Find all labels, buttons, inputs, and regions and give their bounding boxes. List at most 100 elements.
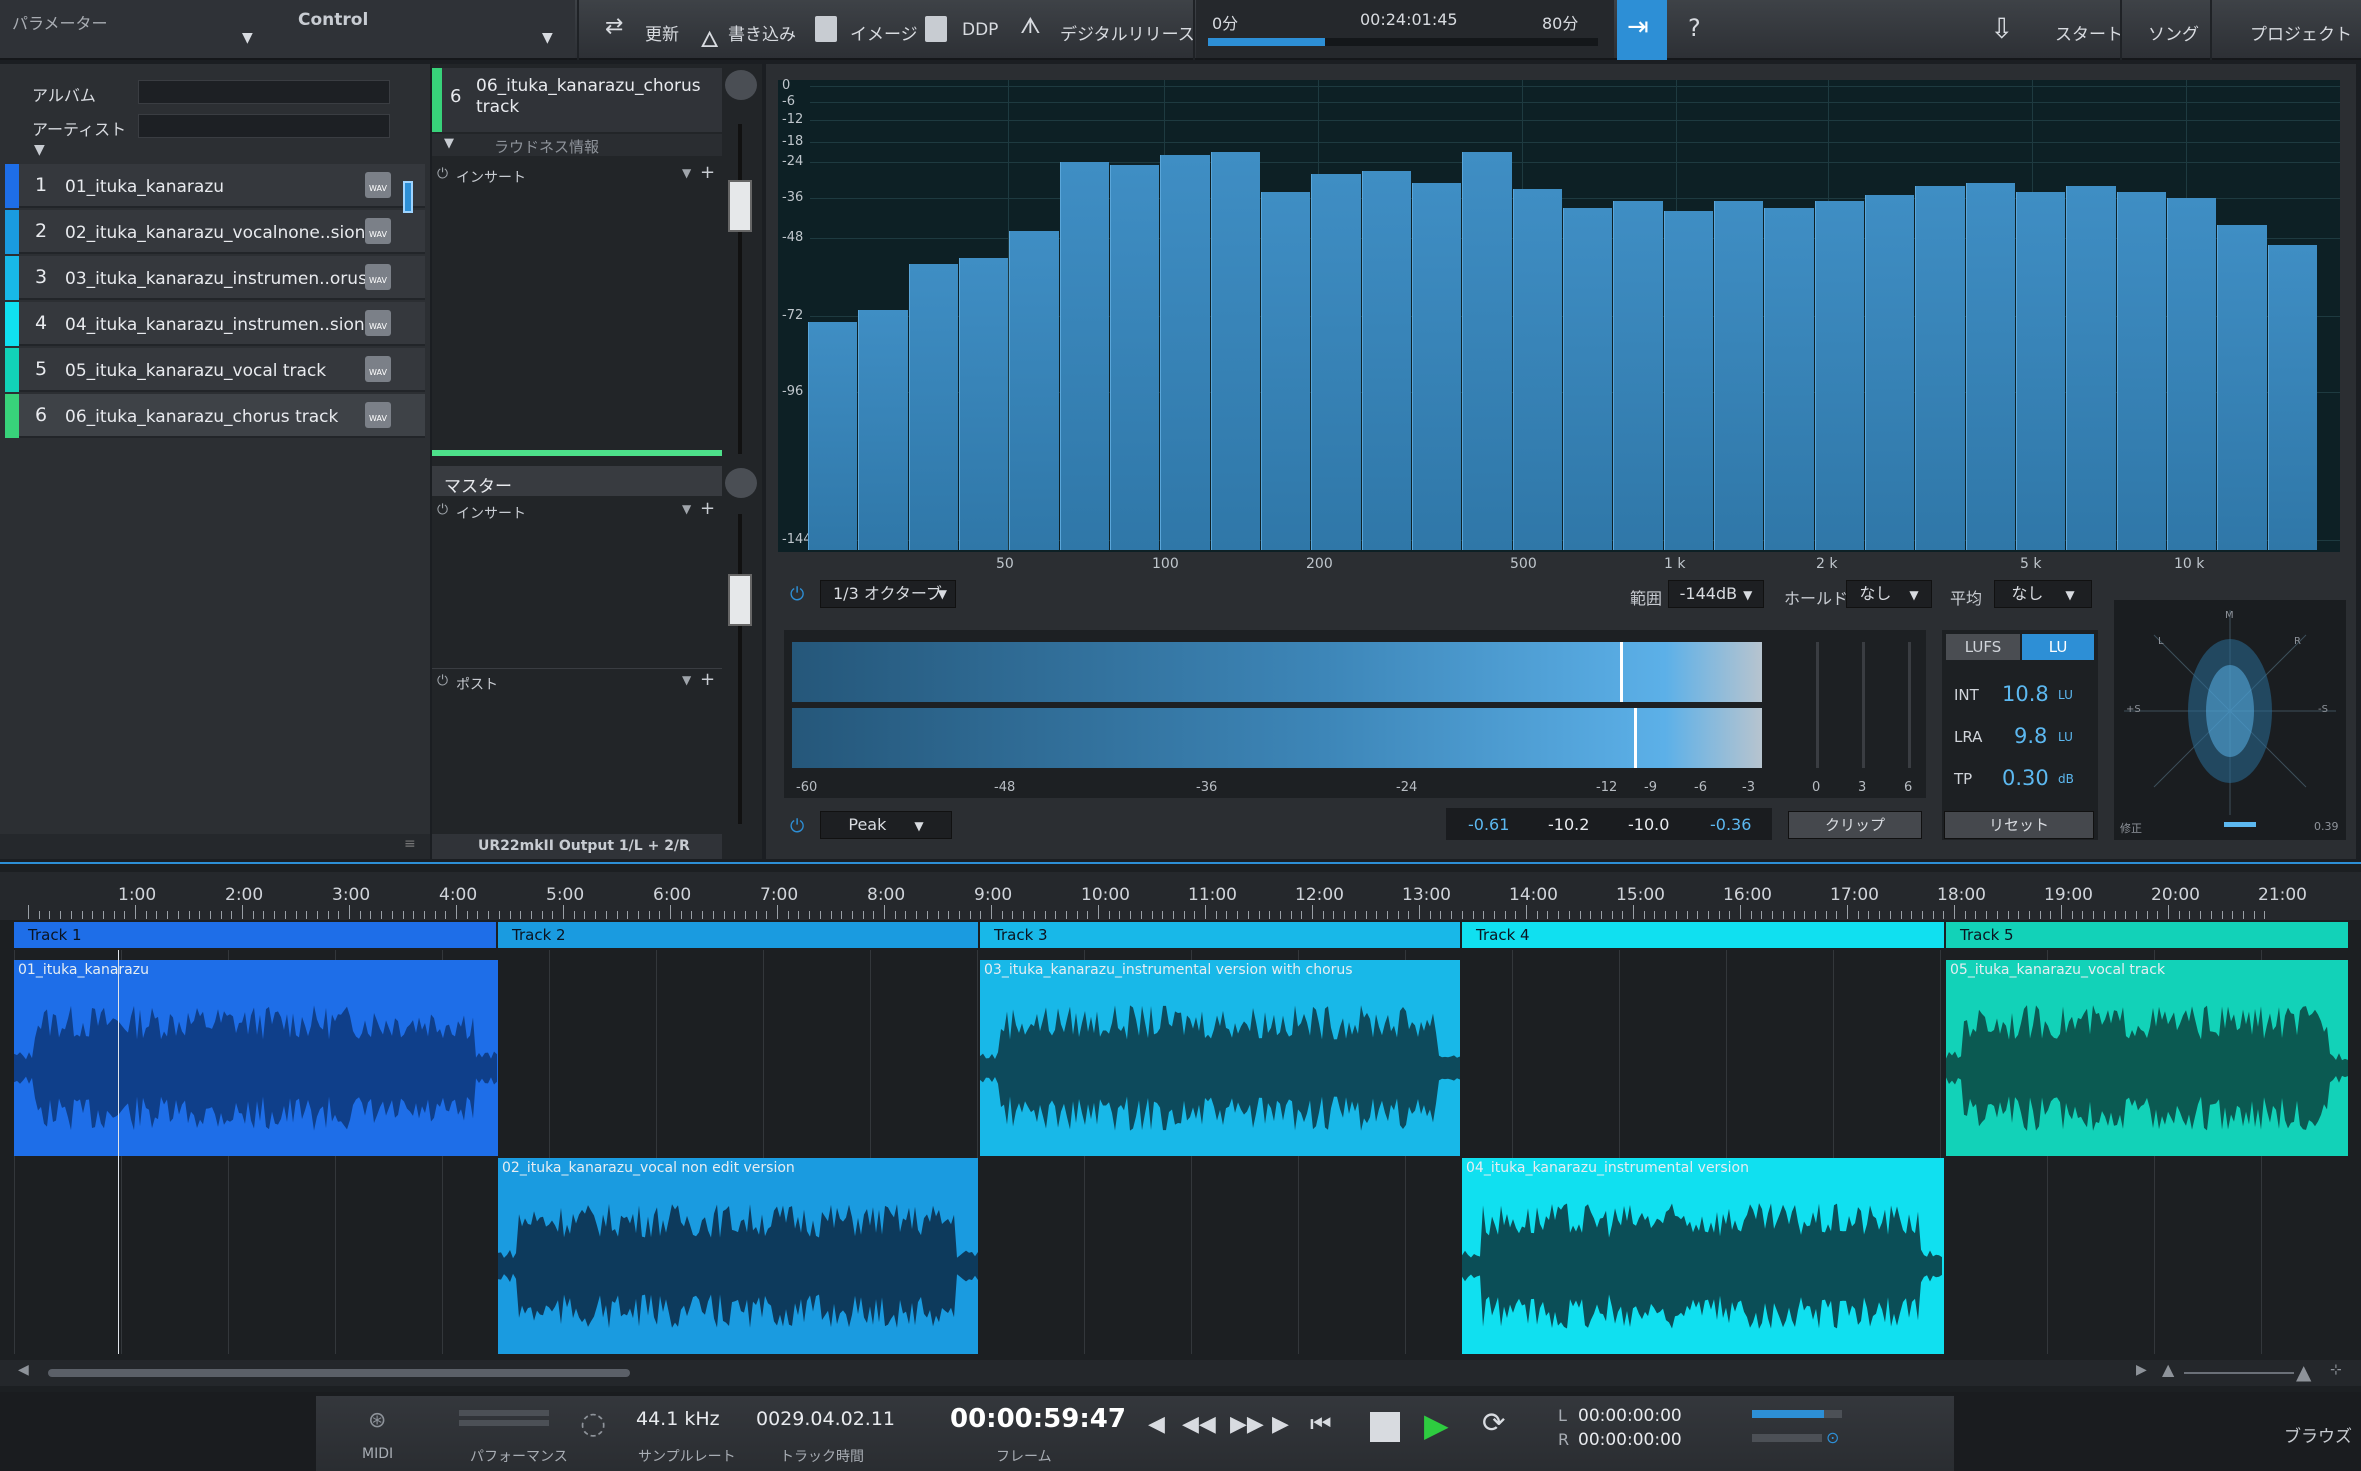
loudness-reset-button[interactable]: リセット	[1944, 811, 2094, 839]
export-button[interactable]: ⇥	[1617, 0, 1667, 60]
zoom-fit-icon[interactable]: ⊹	[2330, 1362, 2342, 1378]
loop-right-time[interactable]: 00:00:00:00	[1578, 1430, 1682, 1450]
audio-clip[interactable]: 02_ituka_kanarazu_vocal non edit version	[498, 1158, 978, 1354]
track-pan-knob[interactable]	[725, 70, 757, 100]
power-icon[interactable]: ⏻	[790, 816, 804, 837]
hold-select[interactable]: なし ▼	[1846, 580, 1932, 608]
track-region-header[interactable]: Track 1	[14, 922, 496, 948]
timeline-scrollbar[interactable]: ◀ ▶ ▲ ▲ ⊹	[0, 1360, 2361, 1386]
audio-clip[interactable]: 05_ituka_kanarazu_vocal track	[1946, 960, 2348, 1156]
track-region-header[interactable]: Track 5	[1946, 922, 2348, 948]
audio-clip[interactable]: 04_ituka_kanarazu_instrumental version	[1462, 1158, 1944, 1354]
help-button[interactable]: ?	[1688, 14, 1701, 42]
track-row[interactable]: 1 01_ituka_kanarazu WAV	[5, 164, 425, 208]
browse-button[interactable]: ブラウズ	[2284, 1422, 2352, 1447]
previous-marker-icon[interactable]: ◀	[1148, 1412, 1165, 1437]
track-region-header[interactable]: Track 2	[498, 922, 978, 948]
loop-icon[interactable]: ⟳	[1482, 1406, 1505, 1439]
wav-icon[interactable]: WAV	[365, 218, 391, 244]
add-insert-icon[interactable]: +	[700, 162, 715, 183]
write-button[interactable]: 書き込み	[728, 20, 796, 45]
meter-mode-select[interactable]: Peak ▼	[820, 811, 952, 839]
track-row[interactable]: 2 02_ituka_kanarazu_vocalnone..sion WAV	[5, 210, 425, 254]
loudness-header[interactable]: ▼ ラウドネス情報	[432, 134, 722, 156]
ruler-tick	[873, 911, 875, 919]
wav-icon[interactable]: WAV	[365, 264, 391, 290]
zoom-out-icon[interactable]: ▲	[2162, 1360, 2174, 1379]
ruler-tick	[477, 911, 479, 919]
chevron-down-icon[interactable]: ▼	[682, 166, 691, 180]
track-row[interactable]: 4 04_ituka_kanarazu_instrumen..sion WAV	[5, 302, 425, 346]
next-marker-icon[interactable]: ▶	[1272, 1412, 1289, 1437]
scroll-right-icon[interactable]: ▶	[2136, 1362, 2147, 1378]
fast-forward-icon[interactable]: ▶▶	[1230, 1412, 1264, 1437]
ruler-tick	[1686, 911, 1688, 919]
track-row[interactable]: 5 05_ituka_kanarazu_vocal track WAV	[5, 348, 425, 392]
audio-clip[interactable]: 01_ituka_kanarazu	[14, 960, 498, 1156]
rewind-icon[interactable]: ◀◀	[1182, 1412, 1216, 1437]
wav-icon[interactable]: WAV	[365, 310, 391, 336]
download-arrow-icon[interactable]: ⇩	[1990, 12, 2013, 45]
chevron-down-icon[interactable]: ▼	[542, 30, 553, 46]
spectrum-bar	[1915, 186, 1965, 550]
album-input[interactable]	[138, 80, 390, 104]
master-pan-knob[interactable]	[725, 468, 757, 498]
octave-mode-select[interactable]: 1/3 オクターブ ▼	[820, 580, 956, 608]
scrollbar-thumb[interactable]	[48, 1369, 630, 1377]
track-row[interactable]: 3 03_ituka_kanarazu_instrumen..orus WAV	[5, 256, 425, 300]
loop-left-time[interactable]: 00:00:00:00	[1578, 1406, 1682, 1426]
power-icon[interactable]: ⏻	[437, 502, 448, 518]
chevron-down-icon[interactable]: ▼	[242, 30, 253, 46]
average-select[interactable]: なし ▼	[1994, 580, 2092, 608]
lu-tab[interactable]: LU	[2022, 634, 2094, 660]
artist-input[interactable]	[138, 114, 390, 138]
ddp-icon[interactable]	[925, 16, 947, 42]
menu-icon[interactable]: ≡	[404, 836, 416, 852]
track-row[interactable]: 6 06_ituka_kanarazu_chorus track WAV	[5, 394, 425, 438]
metronome-toggle-icon[interactable]: ⊙	[1826, 1428, 1839, 1447]
wav-icon[interactable]: WAV	[365, 356, 391, 382]
output-selector[interactable]: UR22mkII Output 1/L + 2/R	[432, 834, 722, 859]
power-icon[interactable]: ⏻	[437, 673, 448, 689]
ruler-tick	[1975, 911, 1977, 919]
audio-clip[interactable]: 03_ituka_kanarazu_instrumental version w…	[980, 960, 1460, 1156]
ruler-tick	[1119, 911, 1121, 919]
clip-reset-button[interactable]: クリップ	[1788, 811, 1922, 839]
track-region-header[interactable]: Track 4	[1462, 922, 1944, 948]
return-to-zero-icon[interactable]: ⏮	[1310, 1410, 1332, 1438]
update-button[interactable]: 更新	[645, 20, 679, 45]
range-select[interactable]: -144dB ▼	[1668, 580, 1764, 608]
start-tab[interactable]: スタート	[2055, 20, 2123, 45]
ddp-button[interactable]: DDP	[962, 20, 998, 40]
chevron-down-icon[interactable]: ▼	[682, 673, 691, 687]
digital-release-icon[interactable]: ᗑ	[1020, 14, 1041, 39]
chevron-down-icon[interactable]: ▼	[34, 142, 45, 158]
scope-l-label: L	[2158, 636, 2164, 647]
add-insert-icon[interactable]: +	[700, 498, 715, 519]
stop-button[interactable]	[1370, 1412, 1400, 1442]
playhead[interactable]	[118, 950, 119, 1354]
track-fader-handle[interactable]	[728, 180, 752, 232]
chevron-down-icon[interactable]: ▼	[682, 502, 691, 516]
update-icon[interactable]: ⇄	[605, 14, 623, 39]
scroll-left-icon[interactable]: ◀	[18, 1362, 29, 1378]
master-fader-handle[interactable]	[728, 574, 752, 626]
play-button[interactable]: ▶	[1424, 1406, 1449, 1444]
flame-icon[interactable]: 🜂	[700, 14, 719, 60]
song-tab[interactable]: ソング	[2148, 20, 2199, 45]
wav-icon[interactable]: WAV	[365, 172, 391, 198]
zoom-slider[interactable]	[2184, 1372, 2294, 1374]
ruler-tick	[1472, 911, 1474, 919]
track-meter-bar	[432, 450, 722, 456]
track-region-header[interactable]: Track 3	[980, 922, 1460, 948]
wav-icon[interactable]: WAV	[365, 402, 391, 428]
digital-release-button[interactable]: デジタルリリース	[1060, 20, 1195, 45]
power-icon[interactable]: ⏻	[437, 166, 448, 182]
power-icon[interactable]: ⏻	[790, 584, 804, 605]
image-button[interactable]: イメージ	[850, 20, 918, 45]
zoom-in-icon[interactable]: ▲	[2296, 1360, 2311, 1384]
lufs-tab[interactable]: LUFS	[1946, 634, 2020, 660]
project-tab[interactable]: プロジェクト	[2250, 20, 2352, 45]
image-icon[interactable]	[815, 16, 837, 42]
add-insert-icon[interactable]: +	[700, 669, 715, 690]
